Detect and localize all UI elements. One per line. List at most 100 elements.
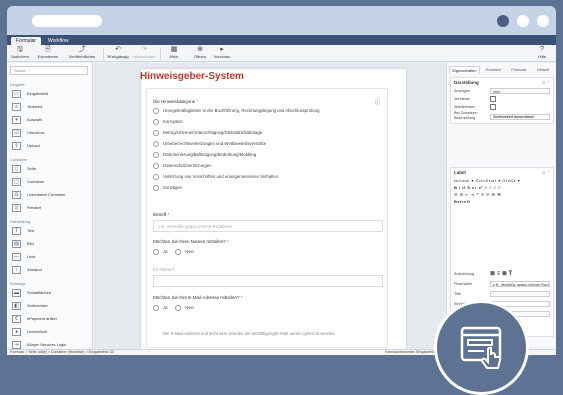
toolbox-item-seitenleiste[interactable]: ◧ Seitenleiste (10, 301, 90, 311)
prop-ausrichtung: Ausrichtung ≣ ≡ ≣ T (454, 270, 552, 278)
textarea-icon: ≡ (12, 103, 21, 111)
help-icon[interactable]: ⓘ (375, 99, 380, 106)
toolbox-item-container[interactable]: ▢ Container (10, 177, 90, 187)
toolbox-search-input[interactable]: Suche... (10, 66, 88, 75)
radio-icon (153, 185, 159, 191)
toolbox-item-label: Bild (27, 241, 34, 246)
wiederholen-checkbox[interactable] (490, 104, 496, 110)
anzeigen-select[interactable]: nein (490, 88, 550, 94)
export-button[interactable]: 🗎 Exportieren (35, 46, 61, 59)
tab-workflow[interactable]: Workflow (43, 37, 73, 45)
toolbox-item-bild[interactable]: ▨ Bild (10, 239, 90, 249)
subject-input[interactable]: z.B. Verstöße gegen interne Richtlinien (153, 220, 383, 232)
section-toggle-icon[interactable]: ⊙ ⌃ (542, 80, 550, 85)
payment-icon: € (12, 315, 21, 323)
toolbox-item-abstand[interactable]: ↕ Abstand (10, 265, 90, 275)
page-title: Hinweisgeber-System (140, 71, 244, 82)
form-container[interactable]: Die Hinweiskategorie * ⓘ Unregelmäßigkei… (146, 88, 388, 348)
export-label: Exportieren (37, 54, 59, 59)
editor-style-row[interactable]: B I U S x₂ x² ≡ ≡ ≡ ≡ (454, 185, 552, 191)
label-section-title: Label (454, 170, 466, 175)
align-buttons[interactable]: ≣ ≡ ≣ T (490, 271, 550, 277)
open-label: Öffnen (194, 54, 206, 59)
toolbox-item-label: Text (27, 228, 35, 233)
breadcrumb: Formular > Seite (obje) > Container (Hin… (10, 350, 114, 354)
toolbox-item-auswahl[interactable]: ▾ Auswahl (10, 115, 90, 125)
toolbox-item-label: Linie (27, 254, 36, 259)
ribbon-separator (103, 48, 104, 60)
help-icon: ? (540, 46, 544, 53)
toolbox-item-eingabefeld[interactable]: ▭ Eingabefeld (10, 89, 90, 99)
publish-label: Veröffentlichen (68, 54, 96, 59)
radio-icon (153, 130, 159, 136)
radio-icon (153, 174, 159, 180)
tab-formular-props[interactable]: Formular (507, 66, 531, 74)
window-dot-1[interactable] (497, 15, 509, 27)
prop-platzhalter: Platzhalter z.B. Verstöße gegen interne R… (454, 281, 550, 287)
form-click-icon (460, 326, 502, 369)
title-input[interactable] (490, 291, 550, 297)
help-button[interactable]: ? Hilfe (529, 46, 555, 59)
more-label: Mehr (169, 54, 179, 59)
tab-erweitert[interactable]: Erweitert (481, 66, 506, 74)
toolbox-item-label: Checkbox (27, 130, 45, 135)
window-dot-2[interactable] (517, 15, 529, 27)
toolbox-item-label: Schaltflächen (27, 290, 52, 295)
undo-button[interactable]: ↶ Rückgängig (105, 46, 131, 59)
editor-list-row[interactable]: ☰ ☰ ⇤ ⇥ ❝ ⟲ ⟳ ⊞ ⌘ (454, 192, 552, 198)
toolbox-item-lebenslicht[interactable]: ♦ Lebenslicht (10, 327, 90, 337)
radio-icon (153, 108, 159, 114)
toolbox-item-label: Textarea (27, 104, 43, 109)
placeholder-input[interactable]: z.B. Verstöße gegen interne Richt (490, 281, 550, 287)
section-toggle-icon[interactable]: ⊙ ⌃ (542, 170, 550, 175)
toolbox-item-linie[interactable]: — Linie (10, 252, 90, 262)
beschriftung-select[interactable]: Sichtbarkeit automatisch (490, 114, 550, 120)
category-label: Die Hinweiskategorie * (153, 99, 199, 104)
save-button[interactable]: 🖫 Speichern (7, 46, 33, 59)
login-icon: ⇥ (12, 341, 21, 349)
address-pill (32, 15, 102, 27)
publish-button[interactable]: ⤴ Veröffentlichen (67, 46, 97, 59)
tab-eigenschaften[interactable]: Eigenschaften (449, 66, 480, 74)
radio-icon (175, 305, 181, 311)
tab-default[interactable]: Default (532, 66, 554, 74)
toolbox-item-checkbox[interactable]: ☑ Checkbox (10, 128, 90, 138)
redo-button[interactable]: ↷ Wiederholen (131, 46, 157, 59)
preview-button[interactable]: ▸ Vorschau (209, 46, 235, 59)
more-button[interactable]: ▦ Mehr (161, 46, 187, 59)
label-editor[interactable]: Betreff (454, 199, 552, 205)
redo-icon: ↷ (141, 46, 147, 53)
toolbox-item-label: Seitenleiste (27, 303, 48, 308)
toolbox-item-fieldset[interactable]: ⊡ Fieldset (10, 203, 90, 213)
status-right: Formularelemente: Eingabefeld (385, 350, 436, 354)
properties-tabbar: Eigenschaften Erweitert Formular Default (447, 66, 556, 74)
ribbon-toolbar: 🖫 Speichern 🗎 Exportieren ⤴ Veröffentlichen… (7, 45, 556, 62)
toolbox-item-seite[interactable]: ▯ Seite (10, 164, 90, 174)
toolbox-item-schaltflaechen[interactable]: ▬ Schaltflächen (10, 288, 90, 298)
name-label: Ihr Name * (153, 267, 175, 272)
save-label: Speichern (10, 54, 29, 59)
editor-format-row[interactable]: Normal ▾ Schriftart ▾ Größe ▾ (454, 178, 552, 184)
toolbox-item-label: Abstand (27, 267, 42, 272)
prop-beschriftung: Bei Zuweisen: Beschriftung (454, 111, 478, 120)
upload-icon: ⇪ (12, 142, 21, 150)
ribbon-tabbar: Formular Workflow (7, 35, 556, 45)
toolbox-item-label: Seite (27, 166, 37, 171)
toolbox-item-epayment[interactable]: € ePayment artikel (10, 314, 90, 324)
tab-formular[interactable]: Formular (11, 37, 42, 45)
text-icon: T (12, 227, 21, 235)
toolbox-item-upload[interactable]: ⇪ Upload (10, 141, 90, 151)
versteckt-checkbox[interactable] (490, 96, 496, 102)
radio-icon (153, 163, 159, 169)
window-dot-3[interactable] (537, 15, 549, 27)
toolbox-item-deletable-container[interactable]: ⊟ Löschbarer Container (10, 190, 90, 200)
toolbox-item-textarea[interactable]: ≡ Textarea (10, 102, 90, 112)
section-title-darstellung: Darstellung (10, 219, 31, 224)
toolbox-item-text[interactable]: T Text (10, 226, 90, 236)
export-icon: 🗎 (45, 46, 51, 53)
image-icon: ▨ (12, 240, 21, 248)
redo-label: Wiederholen (132, 54, 156, 59)
window-chrome (7, 6, 556, 35)
name-input[interactable] (153, 275, 383, 287)
prop-versteckt: Versteckt (454, 95, 552, 103)
